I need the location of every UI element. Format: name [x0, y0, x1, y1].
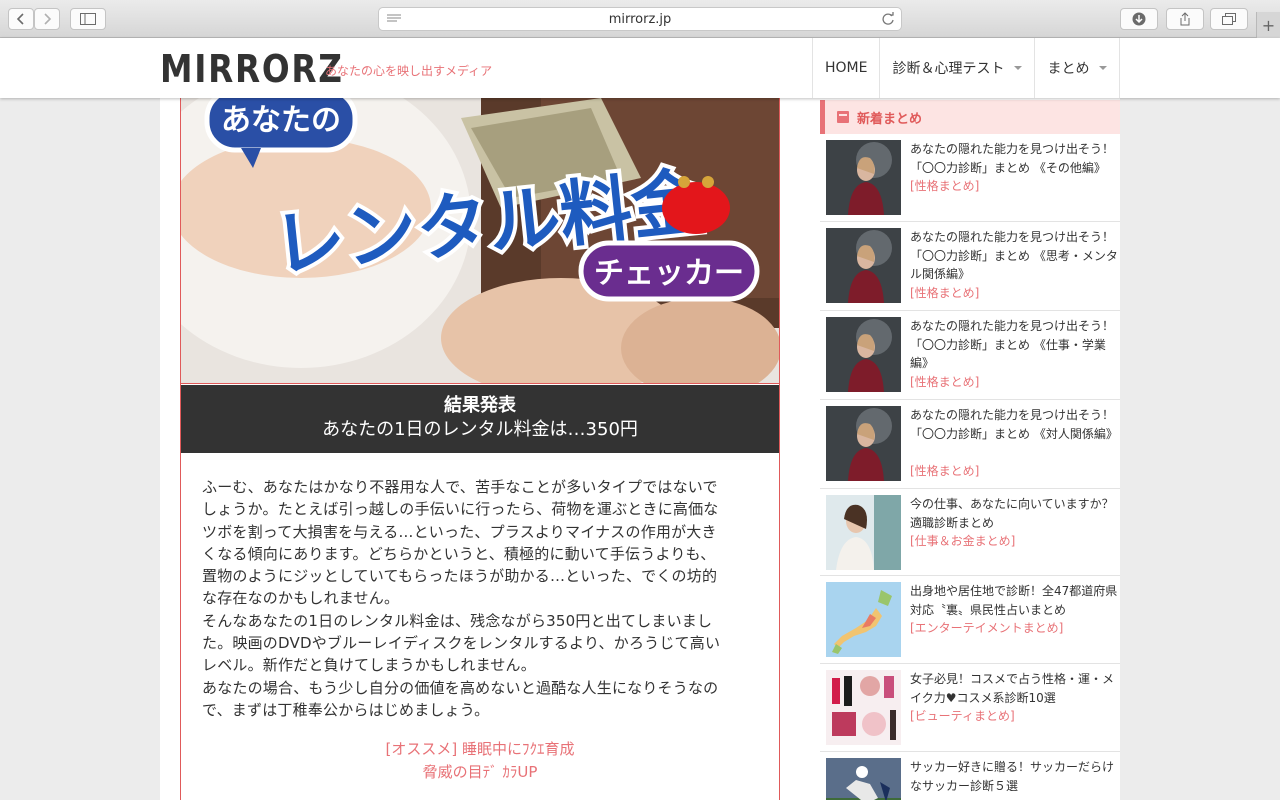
body-line: あなたの場合、もう少し自分の価値を高めないと過酷な人生になりそうなの: [202, 678, 719, 697]
body-line: 置物のようにジッとしていてもらったほうが助かる…といった、でくの坊的: [202, 567, 718, 586]
chevron-right-icon: [44, 13, 52, 25]
sidebar-heading-text: 新着まとめ: [857, 111, 923, 127]
body-line: ツボを割って大損害を与える…といった、プラスよりマイナスの作用が大き: [202, 522, 717, 541]
hero-image: あなたの レンタル料金 チェッカー: [181, 98, 779, 384]
sidebar-toggle-button[interactable]: [70, 8, 106, 30]
body-line: ふーむ、あなたはかなり不器用な人で、苦手なことが多いタイプではないで: [202, 478, 718, 496]
article-category[interactable]: [性格まとめ]: [910, 373, 979, 390]
back-button[interactable]: [8, 8, 34, 30]
article-thumbnail[interactable]: [826, 406, 901, 481]
result-banner: 結果発表 あなたの1日のレンタル料金は…350円: [181, 385, 779, 453]
sidebar-article[interactable]: 女子必見！コスメで占う性格・運・メイク力♥コスメ系診断10選 [ビューティまとめ…: [820, 664, 1120, 752]
article-thumbnail[interactable]: [826, 670, 901, 745]
nav-diagnosis[interactable]: 診断＆心理テスト: [880, 38, 1036, 98]
recommend-link-1[interactable]: [オススメ] 睡眠中にﾌｸｴ育成: [181, 738, 779, 759]
caret-down-icon: [1099, 66, 1108, 70]
body-line: そんなあなたの1日のレンタル料金は、残念ながら350円と出てしまいまし: [202, 611, 713, 630]
sidebar-article[interactable]: あなたの隠れた能力を見つけ出そう！「〇〇力診断」まとめ 《仕事・学業編》 [性格…: [820, 311, 1120, 400]
woman-thinking-thumb: [826, 406, 901, 481]
article-title[interactable]: あなたの隠れた能力を見つけ出そう！「〇〇力診断」まとめ 《思考・メンタル関係編》: [910, 228, 1118, 284]
article-category[interactable]: [ビューティまとめ]: [910, 707, 1015, 724]
article-category[interactable]: [性格まとめ]: [910, 462, 979, 479]
sidebar-article[interactable]: あなたの隠れた能力を見つけ出そう！「〇〇力診断」まとめ 《対人関係編》 [性格ま…: [820, 400, 1120, 489]
sidebar-article[interactable]: あなたの隠れた能力を見つけ出そう！「〇〇力診断」まとめ 《その他編》 [性格まと…: [820, 134, 1120, 222]
reader-icon[interactable]: [387, 14, 401, 24]
tabs-button[interactable]: [1210, 8, 1248, 30]
article-thumbnail[interactable]: [826, 317, 901, 392]
nav-label: まとめ: [1047, 61, 1090, 77]
site-tagline: あなたの心を映し出すメディア: [325, 64, 493, 78]
result-subtitle: あなたの1日のレンタル料金は…350円: [322, 419, 638, 440]
article-title[interactable]: 女子必見！コスメで占う性格・運・メイク力♥コスメ系診断10選: [910, 670, 1118, 707]
sidebar-article[interactable]: 出身地や居住地で診断！全47都道府県対応〝裏〟県民性占いまとめ [エンターテイメ…: [820, 576, 1120, 664]
article-thumbnail[interactable]: [826, 140, 901, 215]
hero-subtitle-text: チェッカー: [594, 256, 744, 291]
hero-illustration: あなたの レンタル料金 チェッカー: [181, 98, 779, 383]
page-content: あなたの レンタル料金 チェッカー 結果発表 あなたの1日のレンタル料金は…35…: [160, 98, 1120, 800]
article-title[interactable]: あなたの隠れた能力を見つけ出そう！「〇〇力診断」まとめ 《対人関係編》: [910, 406, 1118, 443]
forward-button[interactable]: [34, 8, 60, 30]
plus-icon: +: [1261, 15, 1276, 35]
main-nav: HOME 診断＆心理テスト まとめ: [812, 38, 1121, 98]
tabs-icon: [1222, 13, 1236, 25]
article-category[interactable]: [仕事＆お金まとめ]: [910, 532, 1015, 549]
sidebar: 新着まとめ あなたの隠れた能力を見つけ出そう！「〇〇力診断」まとめ 《その他編》…: [820, 98, 1120, 800]
article-category[interactable]: [性格まとめ]: [910, 177, 979, 194]
body-line: で、まずは丁稚奉公からはじめましょう。: [202, 700, 490, 719]
article-category[interactable]: [エンターテイメントまとめ]: [910, 619, 1063, 636]
article-title[interactable]: サッカー好きに贈る！サッカーだらけなサッカー診断５選: [910, 758, 1118, 795]
body-line: しょうか。たとえば引っ越しの手伝いに行ったら、荷物を運ぶときに高価な: [202, 500, 719, 519]
article-thumbnail[interactable]: [826, 582, 901, 657]
body-line: た。映画のDVDやブルーレイディスクをレンタルするより、かろうじて高い: [202, 634, 721, 653]
article-title[interactable]: あなたの隠れた能力を見つけ出そう！「〇〇力診断」まとめ 《その他編》: [910, 140, 1118, 177]
page-background: [1120, 98, 1280, 800]
sidebar-icon: [80, 13, 96, 25]
body-line: な存在なのかもしれません。: [202, 589, 400, 608]
woman-thinking-thumb: [826, 140, 901, 215]
list-icon: [837, 111, 849, 123]
body-line: レベル。新作だと負けてしまうかもしれません。: [202, 656, 536, 675]
caret-down-icon: [1014, 66, 1023, 70]
article-title[interactable]: あなたの隠れた能力を見つけ出そう！「〇〇力診断」まとめ 《仕事・学業編》: [910, 317, 1118, 373]
hero-badge-text: あなたの: [221, 103, 341, 138]
reload-icon[interactable]: [881, 12, 895, 26]
share-icon: [1180, 12, 1190, 26]
office-woman-thumb: [826, 495, 901, 570]
result-body: ふーむ、あなたはかなり不器用な人で、苦手なことが多いタイプではないで しょうか。…: [202, 476, 758, 721]
cosmetics-thumb: [826, 670, 901, 745]
article-title[interactable]: 出身地や居住地で診断！全47都道府県対応〝裏〟県民性占いまとめ: [910, 582, 1118, 619]
article-thumbnail[interactable]: [826, 758, 901, 800]
sidebar-heading: 新着まとめ: [820, 100, 1120, 134]
sidebar-article[interactable]: あなたの隠れた能力を見つけ出そう！「〇〇力診断」まとめ 《思考・メンタル関係編》…: [820, 222, 1120, 311]
japan-map-thumb: [826, 582, 901, 657]
nav-home[interactable]: HOME: [813, 38, 881, 98]
woman-thinking-thumb: [826, 228, 901, 303]
soccer-thumb: [826, 758, 901, 800]
article-thumbnail[interactable]: [826, 495, 901, 570]
new-tab-button[interactable]: +: [1256, 12, 1280, 38]
share-button[interactable]: [1166, 8, 1204, 30]
url-text: mirrorz.jp: [608, 11, 672, 27]
sidebar-article[interactable]: 今の仕事、あなたに向いていますか？適職診断まとめ [仕事＆お金まとめ]: [820, 489, 1120, 576]
chevron-left-icon: [16, 13, 24, 25]
sidebar-article[interactable]: サッカー好きに贈る！サッカーだらけなサッカー診断５選: [820, 752, 1120, 800]
browser-toolbar: mirrorz.jp +: [0, 0, 1280, 38]
address-bar[interactable]: mirrorz.jp: [378, 7, 902, 31]
body-line: くなる傾向にあります。どちらかというと、積極的に動いて手伝うよりも、: [202, 544, 716, 563]
nav-matome[interactable]: まとめ: [1035, 38, 1121, 98]
woman-thinking-thumb: [826, 317, 901, 392]
nav-label: 診断＆心理テスト: [892, 61, 1005, 77]
site-header: MIRRORZ あなたの心を映し出すメディア HOME 診断＆心理テスト まとめ: [0, 38, 1280, 98]
main-column: あなたの レンタル料金 チェッカー 結果発表 あなたの1日のレンタル料金は…35…: [180, 98, 780, 800]
nav-label: HOME: [825, 60, 868, 76]
recommend-link-2[interactable]: 脅威の目ﾃﾞ ｶﾗUP: [181, 761, 779, 782]
site-logo[interactable]: MIRRORZ: [160, 50, 344, 88]
article-thumbnail[interactable]: [826, 228, 901, 303]
result-title: 結果発表: [444, 395, 516, 416]
article-title[interactable]: 今の仕事、あなたに向いていますか？適職診断まとめ: [910, 495, 1118, 532]
download-icon: [1132, 12, 1146, 26]
downloads-button[interactable]: [1120, 8, 1158, 30]
article-category[interactable]: [性格まとめ]: [910, 284, 979, 301]
